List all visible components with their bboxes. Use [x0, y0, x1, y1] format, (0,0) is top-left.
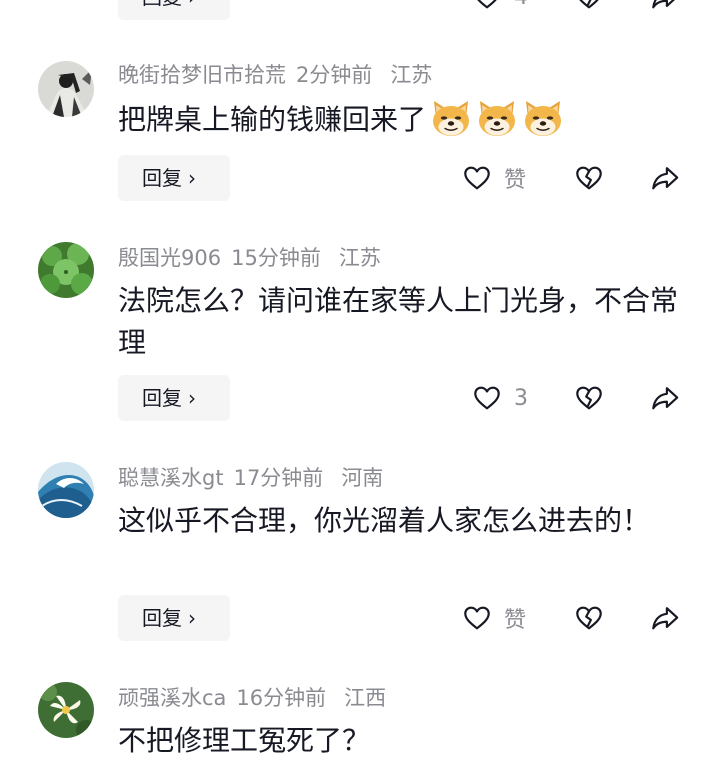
like-button[interactable]: 4 — [472, 0, 528, 20]
share-button[interactable] — [650, 0, 680, 20]
heart-outline-icon — [462, 163, 492, 193]
like-button[interactable]: 赞 — [462, 155, 526, 201]
share-arrow-icon — [650, 383, 680, 413]
doge-emoji — [476, 98, 518, 138]
comment-location: 江苏 — [390, 63, 433, 87]
action-bar: 赞 — [0, 155, 720, 201]
action-bar: 4 — [0, 0, 720, 20]
comment-location: 江西 — [344, 686, 387, 710]
avatar-image — [38, 61, 94, 117]
like-label: 赞 — [504, 168, 527, 193]
comment-meta: 聪慧溪水gt 17分钟前 河南 — [118, 463, 401, 493]
dislike-button[interactable] — [574, 0, 604, 20]
heart-outline-icon — [472, 383, 502, 413]
comment-time: 17分钟前 — [233, 466, 324, 490]
comment-text: 法院怎么？请问谁在家等人上门光身，不合常理 — [118, 284, 679, 359]
like-count: 4 — [514, 0, 528, 10]
share-arrow-icon — [650, 0, 680, 12]
doge-emoji — [522, 98, 564, 138]
broken-heart-icon — [574, 603, 604, 633]
action-bar: 赞 — [0, 595, 720, 641]
username[interactable]: 晚街拾梦旧市拾荒 — [118, 63, 286, 87]
avatar-image — [38, 242, 94, 298]
avatar[interactable] — [38, 242, 94, 298]
comment-text-content: 把牌桌上输的钱赚回来了 — [118, 103, 427, 136]
avatar[interactable] — [38, 462, 94, 518]
broken-heart-icon — [574, 0, 604, 12]
comment-text: 把牌桌上输的钱赚回来了 — [118, 98, 688, 141]
dislike-button[interactable] — [574, 155, 604, 201]
comment-location: 江苏 — [338, 246, 381, 270]
dislike-button[interactable] — [574, 595, 604, 641]
comment-meta: 殷国光906 15分钟前 江苏 — [118, 243, 399, 273]
avatar-image — [38, 462, 94, 518]
like-button[interactable]: 3 — [472, 375, 528, 421]
username[interactable]: 殷国光906 — [118, 246, 221, 270]
comment-text: 不把修理工冤死了？ — [118, 724, 371, 757]
like-label: 赞 — [504, 608, 527, 633]
broken-heart-icon — [574, 163, 604, 193]
doge-emoji — [430, 98, 472, 138]
comment-meta: 晚街拾梦旧市拾荒 2分钟前 江苏 — [118, 60, 450, 90]
like-button[interactable]: 赞 — [462, 595, 526, 641]
avatar[interactable] — [38, 682, 94, 738]
username[interactable]: 顽强溪水ca — [118, 686, 226, 710]
comment-time: 15分钟前 — [231, 246, 321, 270]
dislike-button[interactable] — [574, 375, 604, 421]
avatar[interactable] — [38, 61, 94, 117]
share-button[interactable] — [650, 155, 680, 201]
comment-location: 河南 — [341, 466, 384, 490]
comment-text: 这似乎不合理，你光溜着人家怎么进去的！ — [118, 504, 651, 537]
share-button[interactable] — [650, 595, 680, 641]
comment-meta: 顽强溪水ca 16分钟前 江西 — [118, 683, 404, 713]
share-arrow-icon — [650, 163, 680, 193]
username[interactable]: 聪慧溪水gt — [118, 466, 224, 490]
broken-heart-icon — [574, 383, 604, 413]
heart-outline-icon — [462, 603, 492, 633]
share-arrow-icon — [650, 603, 680, 633]
share-button[interactable] — [650, 375, 680, 421]
comment-time: 2分钟前 — [296, 63, 373, 87]
action-bar: 3 — [0, 375, 720, 421]
heart-outline-icon — [472, 0, 502, 12]
comment-time: 16分钟前 — [236, 686, 327, 710]
avatar-image — [38, 682, 94, 738]
like-count: 3 — [514, 385, 528, 411]
